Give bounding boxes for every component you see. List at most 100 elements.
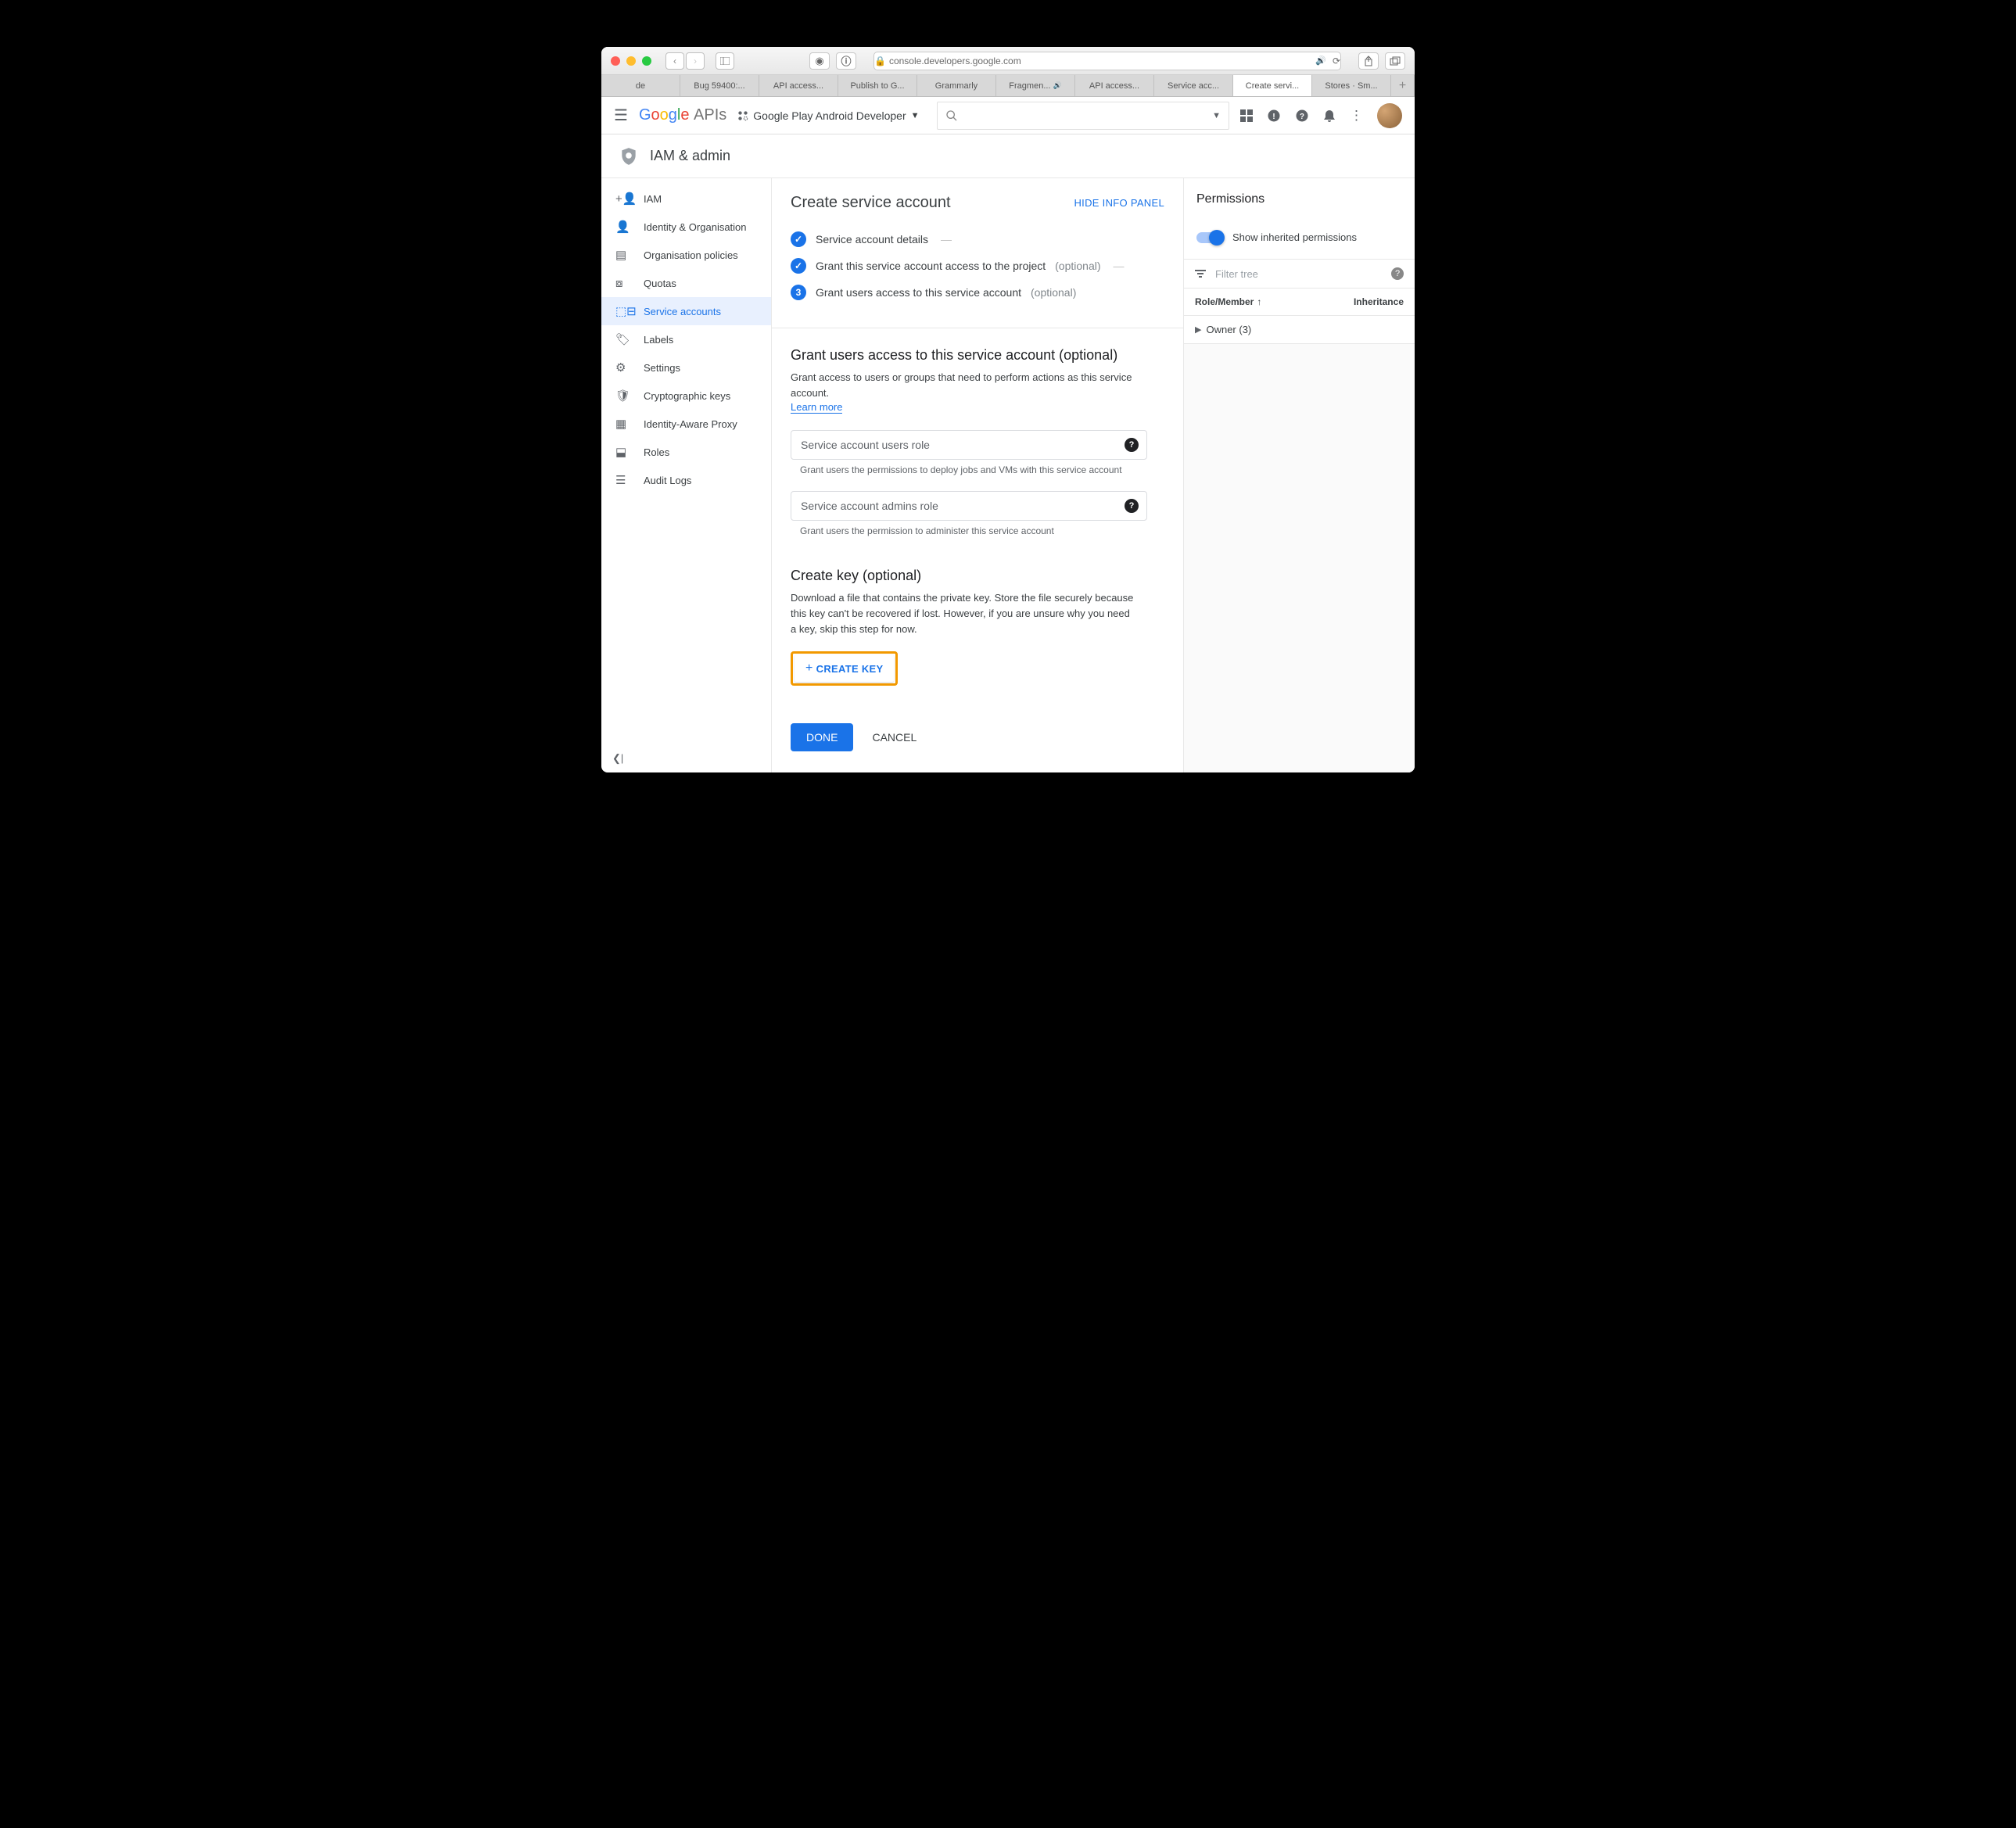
cancel-button[interactable]: CANCEL (872, 731, 917, 744)
role-column-header[interactable]: Role/Member ↑ (1195, 296, 1354, 307)
filter-input[interactable]: Filter tree (1215, 268, 1258, 280)
expand-icon[interactable]: ▶ (1195, 324, 1201, 335)
notifications-icon[interactable] (1323, 109, 1336, 123)
shield-icon: 🛡 (615, 389, 630, 403)
tabs-button[interactable] (1385, 52, 1405, 70)
svg-text:!: ! (1272, 111, 1275, 120)
users-role-input[interactable]: Service account users role ? (791, 430, 1147, 460)
help-icon[interactable]: ? (1391, 267, 1404, 280)
help-icon[interactable]: ? (1295, 109, 1309, 123)
browser-tab[interactable]: Grammarly (917, 75, 996, 96)
create-key-title: Create key (optional) (791, 568, 1164, 584)
permissions-panel: Permissions Show inherited permissions F… (1183, 178, 1415, 772)
sidebar-item-identity-organisation[interactable]: 👤 Identity & Organisation (601, 213, 771, 241)
browser-tab[interactable]: Fragmen...🔊 (996, 75, 1075, 96)
sidebar-item-label: Labels (644, 334, 673, 346)
privacy-report-button[interactable]: ◉ (809, 52, 830, 70)
page-header: IAM & admin (601, 134, 1415, 178)
browser-tab[interactable]: Publish to G... (838, 75, 917, 96)
grant-section-title: Grant users access to this service accou… (791, 347, 1164, 364)
search-input[interactable]: ▼ (937, 102, 1230, 130)
grant-section-desc: Grant access to users or groups that nee… (791, 370, 1164, 400)
sidebar-item-label: Cryptographic keys (644, 390, 730, 402)
step-label: Grant this service account access to the… (816, 260, 1046, 272)
filter-icon[interactable] (1195, 269, 1206, 278)
browser-tabstrip: deBug 59400:...API access...Publish to G… (601, 75, 1415, 97)
sidebar-item-settings[interactable]: ⚙Settings (601, 353, 771, 382)
browser-tab[interactable]: API access... (1075, 75, 1154, 96)
section-title: IAM & admin (650, 148, 730, 164)
admins-role-input[interactable]: Service account admins role ? (791, 491, 1147, 521)
sidebar-toggle-button[interactable] (716, 52, 734, 70)
forward-button[interactable]: › (686, 52, 705, 70)
create-key-button[interactable]: + CREATE KEY (795, 655, 894, 682)
sidebar-item-label: Service accounts (644, 306, 721, 317)
gear-icon: ⚙ (615, 360, 630, 375)
sidebar-item-label: Organisation policies (644, 249, 738, 261)
search-icon (945, 109, 958, 122)
svg-text:?: ? (1300, 112, 1304, 120)
reload-icon[interactable]: ⟳ (1333, 56, 1340, 66)
page-title: Create service account (791, 194, 951, 212)
back-button[interactable]: ‹ (665, 52, 684, 70)
sidebar-item-cryptographic-keys[interactable]: 🛡 Cryptographic keys (601, 382, 771, 410)
stepper: ✓Service account details —✓Grant this se… (791, 226, 1164, 306)
menu-icon[interactable]: ☰ (614, 106, 628, 125)
sidebar-item-label: Identity & Organisation (644, 221, 747, 233)
permissions-title: Permissions (1184, 178, 1415, 220)
avatar[interactable] (1377, 103, 1402, 128)
minimize-window-icon[interactable] (626, 56, 636, 66)
alert-icon[interactable]: ! (1267, 109, 1281, 123)
plus-icon: + (805, 661, 813, 676)
admins-role-hint: Grant users the permission to administer… (800, 525, 1164, 536)
sidebar-item-labels[interactable]: 🏷Labels (601, 325, 771, 353)
new-tab-button[interactable]: + (1391, 75, 1415, 96)
hide-info-panel-button[interactable]: HIDE INFO PANEL (1074, 197, 1164, 209)
share-button[interactable] (1358, 52, 1379, 70)
browser-tab[interactable]: Service acc... (1154, 75, 1233, 96)
close-window-icon[interactable] (611, 56, 620, 66)
sound-icon[interactable]: 🔊 (1315, 56, 1326, 66)
sidebar-item-audit-logs[interactable]: ☰Audit Logs (601, 466, 771, 494)
sidebar-item-service-accounts[interactable]: ⬚⊟ Service accounts (601, 297, 771, 325)
step-number: 3 (791, 285, 806, 300)
check-icon: ✓ (791, 258, 806, 274)
browser-tab[interactable]: de (601, 75, 680, 96)
collapse-sidebar-button[interactable]: ❮| (612, 752, 623, 765)
chevron-down-icon: ▼ (911, 111, 920, 120)
sidebar-item-organisation-policies[interactable]: ▤Organisation policies (601, 241, 771, 269)
browser-tab[interactable]: Stores · Sm... (1312, 75, 1391, 96)
sidebar-item-iam[interactable]: +👤IAM (601, 185, 771, 213)
inherited-toggle[interactable] (1196, 232, 1223, 243)
project-icon (737, 110, 748, 121)
sidebar-item-quotas[interactable]: ⧇Quotas (601, 269, 771, 297)
inherited-toggle-label: Show inherited permissions (1232, 231, 1357, 243)
browser-tab[interactable]: API access... (759, 75, 838, 96)
maximize-window-icon[interactable] (642, 56, 651, 66)
sidebar-item-label: IAM (644, 193, 662, 205)
create-key-highlight: + CREATE KEY (791, 651, 898, 686)
gift-icon[interactable] (1240, 109, 1253, 122)
sidebar: +👤IAM 👤 Identity & Organisation ▤Organisati… (601, 178, 772, 772)
project-selector[interactable]: Google Play Android Developer ▼ (737, 109, 919, 122)
inheritance-column-header[interactable]: Inheritance (1354, 296, 1404, 307)
learn-more-link[interactable]: Learn more (791, 401, 842, 414)
help-icon[interactable]: ? (1125, 499, 1139, 513)
search-dropdown-icon[interactable]: ▼ (1212, 111, 1221, 120)
sidebar-item-identity-aware-proxy[interactable]: ▦Identity-Aware Proxy (601, 410, 771, 438)
reader-button[interactable]: ⓘ (836, 52, 856, 70)
titlebar: ‹ › ◉ ⓘ 🔒 console.developers.google.com … (601, 47, 1415, 75)
more-icon[interactable]: ⋮ (1350, 108, 1363, 124)
browser-tab[interactable]: Bug 59400:... (680, 75, 759, 96)
key-icon: ⬚⊟ (615, 304, 630, 318)
owner-row[interactable]: ▶ Owner (3) (1184, 316, 1415, 344)
person-icon: 👤 (615, 220, 630, 234)
sidebar-item-roles[interactable]: ⬓Roles (601, 438, 771, 466)
done-button[interactable]: DONE (791, 723, 853, 751)
step-label: Grant users access to this service accou… (816, 286, 1021, 299)
google-apis-logo[interactable]: Google APIs (639, 106, 726, 124)
browser-tab[interactable]: Create servi... (1233, 75, 1312, 96)
roles-icon: ⬓ (615, 445, 630, 459)
help-icon[interactable]: ? (1125, 438, 1139, 452)
address-bar[interactable]: 🔒 console.developers.google.com 🔊 ⟳ (873, 52, 1341, 70)
